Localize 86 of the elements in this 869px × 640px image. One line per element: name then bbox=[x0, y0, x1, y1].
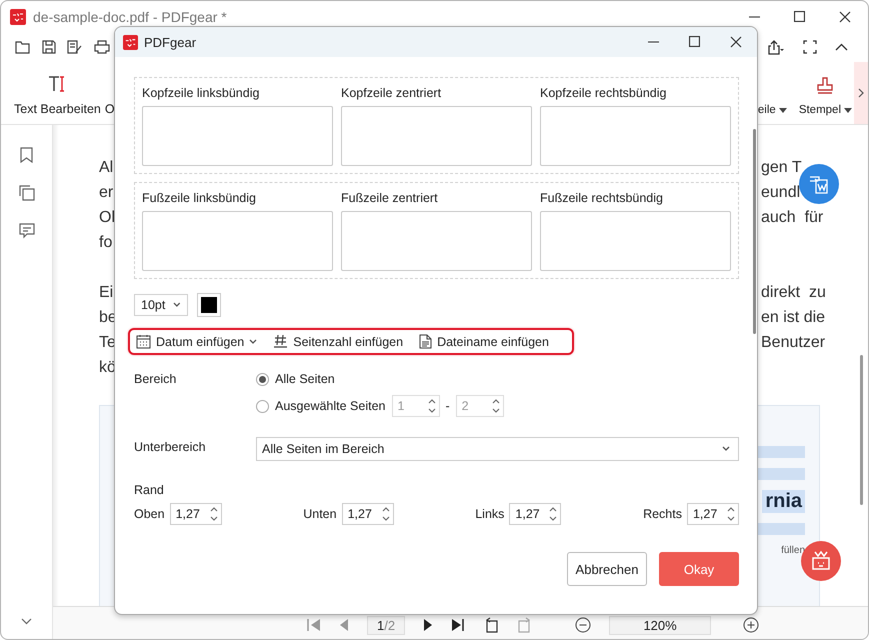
scrollbar-thumb[interactable] bbox=[753, 129, 756, 334]
insert-button[interactable]: Seitenzahl einfügen bbox=[273, 334, 404, 349]
close-icon[interactable] bbox=[839, 10, 851, 22]
chevron-down-icon bbox=[722, 446, 730, 452]
print-icon[interactable] bbox=[94, 40, 110, 54]
ribbon-label[interactable]: O bbox=[104, 102, 115, 116]
app-logo-icon bbox=[10, 8, 26, 24]
caret-icon bbox=[844, 108, 852, 112]
first-page-icon[interactable] bbox=[307, 618, 321, 632]
document-text: gen T bbox=[761, 158, 802, 178]
figure-caption: füllen bbox=[781, 545, 805, 556]
save-icon[interactable] bbox=[42, 40, 56, 54]
field-label: Rand bbox=[134, 483, 165, 497]
zoom-out-icon[interactable] bbox=[575, 617, 592, 633]
document-text: Ol bbox=[99, 208, 115, 228]
fullscreen-icon[interactable] bbox=[803, 40, 817, 54]
field-label: Bereich bbox=[134, 372, 178, 386]
close-icon[interactable] bbox=[730, 36, 742, 48]
cancel-button[interactable]: Abbrechen bbox=[567, 552, 647, 586]
document-text: auch für bbox=[761, 208, 824, 228]
field-label: Kopfzeile linksbündig bbox=[142, 86, 260, 101]
edit-document-icon[interactable] bbox=[67, 40, 83, 54]
last-page-icon[interactable] bbox=[451, 618, 466, 632]
stepper-arrows-icon[interactable] bbox=[726, 505, 735, 523]
ribbon-label[interactable]: Stempel bbox=[798, 104, 841, 116]
document-text: eundl bbox=[761, 183, 800, 203]
scrollbar-thumb[interactable] bbox=[860, 355, 863, 505]
stepper-arrows-icon[interactable] bbox=[382, 505, 390, 523]
field-label: Oben bbox=[134, 507, 165, 521]
ribbon-label[interactable]: Text Bearbeiten bbox=[14, 102, 101, 116]
ribbon-label[interactable]: eile bbox=[758, 104, 776, 116]
next-page-icon[interactable] bbox=[423, 618, 434, 632]
field-label: Kopfzeile rechtsbündig bbox=[540, 86, 668, 101]
document-text: Ei bbox=[99, 283, 114, 303]
field-label: Fußzeile rechtsbündig bbox=[540, 191, 664, 206]
stepper-arrows-icon[interactable] bbox=[492, 397, 500, 415]
field-label: Rechts bbox=[643, 507, 682, 521]
window-title: de-sample-doc.pdf - PDFgear * bbox=[33, 8, 227, 24]
document-icon bbox=[419, 334, 432, 349]
caret-icon bbox=[778, 108, 787, 112]
maximize-icon[interactable] bbox=[794, 10, 805, 22]
previous-page-icon[interactable] bbox=[339, 618, 349, 632]
document-text: er bbox=[99, 183, 114, 203]
field-label: Unterbereich bbox=[134, 440, 207, 454]
field-label: Kopfzeile zentriert bbox=[341, 86, 442, 101]
calendar-icon bbox=[136, 334, 151, 349]
range-separator: - bbox=[446, 399, 450, 413]
bookmark-icon[interactable] bbox=[20, 147, 33, 163]
document-text: Benutzer bbox=[761, 333, 826, 353]
number-field[interactable]: 1,27 bbox=[342, 503, 394, 525]
stepper-arrows-icon[interactable] bbox=[549, 505, 558, 523]
number-field[interactable]: 1,27 bbox=[686, 503, 739, 525]
app-logo-icon bbox=[123, 34, 138, 50]
number-field[interactable]: 1,27 bbox=[170, 503, 222, 525]
zoom-in-icon[interactable] bbox=[743, 617, 760, 633]
field-label: Unten bbox=[303, 507, 337, 521]
page-number-field[interactable]: 1/2 bbox=[367, 616, 406, 634]
chevron-down-icon bbox=[249, 338, 258, 344]
document-text: fo bbox=[99, 233, 112, 253]
hash-icon bbox=[273, 334, 288, 349]
collapse-icon[interactable] bbox=[835, 43, 848, 51]
folder-icon[interactable] bbox=[15, 40, 31, 54]
chevron-down-icon[interactable] bbox=[21, 618, 32, 625]
stamp-icon bbox=[815, 76, 836, 96]
color-swatch[interactable] bbox=[198, 294, 220, 316]
maximize-icon[interactable] bbox=[689, 36, 700, 47]
chevron-down-icon bbox=[173, 302, 181, 308]
insert-button[interactable]: Datum einfügen bbox=[136, 334, 258, 349]
share-icon[interactable] bbox=[767, 40, 785, 54]
chevron-right-icon bbox=[858, 88, 864, 98]
comment-icon[interactable] bbox=[18, 223, 34, 239]
zoom-field[interactable]: 120% bbox=[609, 616, 712, 634]
font-size-dropdown[interactable]: 10pt bbox=[134, 294, 188, 316]
subrange-dropdown[interactable]: Alle Seiten im Bereich bbox=[256, 437, 739, 461]
document-text: Al bbox=[99, 158, 114, 178]
field-label: Fußzeile zentriert bbox=[341, 191, 439, 206]
insert-button[interactable]: Dateiname einfügen bbox=[419, 334, 549, 349]
number-field[interactable]: 1,27 bbox=[509, 503, 562, 525]
pages-icon[interactable] bbox=[18, 185, 34, 201]
dialog-title: PDFgear bbox=[144, 34, 196, 50]
field-label: Fußzeile linksbündig bbox=[142, 191, 257, 206]
stepper-arrows-icon[interactable] bbox=[210, 505, 218, 523]
field-label: Links bbox=[475, 507, 504, 521]
document-text: direkt zu bbox=[761, 283, 826, 303]
highlighted-text: rnia bbox=[762, 490, 805, 513]
document-text: en ist die bbox=[761, 308, 826, 328]
